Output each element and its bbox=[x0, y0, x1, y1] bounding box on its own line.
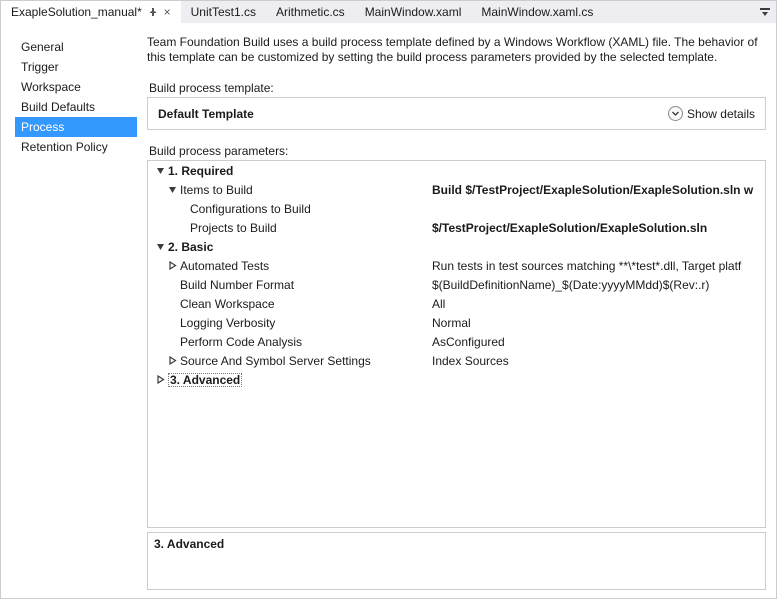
sidebar-item-label: Trigger bbox=[21, 60, 59, 74]
intro-text: Team Foundation Build uses a build proce… bbox=[147, 35, 766, 65]
param-row-source-symbol-settings[interactable]: Source And Symbol Server Settings Index … bbox=[148, 351, 765, 370]
property-grid[interactable]: 1. Required Items to Build Build $/TestP… bbox=[147, 160, 766, 528]
collapse-icon[interactable] bbox=[154, 241, 166, 253]
tab-unittest1[interactable]: UnitTest1.cs bbox=[181, 1, 266, 23]
sidebar-item-label: Build Defaults bbox=[21, 100, 95, 114]
param-value[interactable]: $(BuildDefinitionName)_$(Date:yyyyMMdd)$… bbox=[432, 278, 765, 292]
param-value[interactable]: Index Sources bbox=[432, 354, 765, 368]
pin-icon[interactable] bbox=[149, 8, 160, 18]
tab-exaplesolution-manual[interactable]: ExapleSolution_manual* × bbox=[1, 1, 181, 23]
category-row-required[interactable]: 1. Required bbox=[148, 161, 765, 180]
sidebar-item-label: Process bbox=[21, 120, 64, 134]
tab-label: MainWindow.xaml.cs bbox=[481, 5, 593, 19]
body: General Trigger Workspace Build Defaults… bbox=[1, 23, 776, 598]
sidebar-item-label: Workspace bbox=[21, 80, 81, 94]
param-value[interactable]: AsConfigured bbox=[432, 335, 765, 349]
template-box: Default Template Show details bbox=[147, 97, 766, 130]
tab-label: Arithmetic.cs bbox=[276, 5, 345, 19]
param-name: Projects to Build bbox=[190, 221, 277, 235]
sidebar-item-general[interactable]: General bbox=[15, 37, 137, 57]
param-row-configurations-to-build[interactable]: Configurations to Build bbox=[148, 199, 765, 218]
param-row-logging-verbosity[interactable]: Logging Verbosity Normal bbox=[148, 313, 765, 332]
param-value[interactable]: Run tests in test sources matching **\*t… bbox=[432, 259, 765, 273]
param-row-automated-tests[interactable]: Automated Tests Run tests in test source… bbox=[148, 256, 765, 275]
sidebar-item-build-defaults[interactable]: Build Defaults bbox=[15, 97, 137, 117]
param-value[interactable]: $/TestProject/ExapleSolution/ExapleSolut… bbox=[432, 221, 765, 235]
sidebar-item-workspace[interactable]: Workspace bbox=[15, 77, 137, 97]
param-row-items-to-build[interactable]: Items to Build Build $/TestProject/Exapl… bbox=[148, 180, 765, 199]
param-name: Build Number Format bbox=[180, 278, 294, 292]
show-details-toggle[interactable]: Show details bbox=[668, 106, 755, 121]
param-name: Clean Workspace bbox=[180, 297, 275, 311]
main-content: Team Foundation Build uses a build proce… bbox=[141, 23, 776, 598]
category-label: 3. Advanced bbox=[168, 373, 242, 387]
sidebar-item-trigger[interactable]: Trigger bbox=[15, 57, 137, 77]
expand-icon[interactable] bbox=[154, 374, 166, 386]
param-name: Source And Symbol Server Settings bbox=[180, 354, 371, 368]
sidebar-item-label: Retention Policy bbox=[21, 140, 108, 154]
param-name: Items to Build bbox=[180, 183, 253, 197]
category-row-basic[interactable]: 2. Basic bbox=[148, 237, 765, 256]
template-name: Default Template bbox=[158, 107, 254, 121]
sidebar-item-label: General bbox=[21, 40, 64, 54]
sidebar-item-retention-policy[interactable]: Retention Policy bbox=[15, 137, 137, 157]
param-name: Perform Code Analysis bbox=[180, 335, 302, 349]
param-value[interactable]: Build $/TestProject/ExapleSolution/Exapl… bbox=[432, 183, 765, 197]
parameters-section-label: Build process parameters: bbox=[149, 144, 764, 158]
parameters-section: Build process parameters: 1. Required bbox=[147, 140, 766, 590]
tab-label: MainWindow.xaml bbox=[365, 5, 462, 19]
category-label: 1. Required bbox=[168, 164, 233, 178]
category-row-advanced[interactable]: 3. Advanced bbox=[148, 370, 765, 389]
param-name: Automated Tests bbox=[180, 259, 269, 273]
tab-label: UnitTest1.cs bbox=[191, 5, 256, 19]
document-tabstrip: ExapleSolution_manual* × UnitTest1.cs Ar… bbox=[1, 1, 776, 23]
category-label: 2. Basic bbox=[168, 240, 213, 254]
tab-mainwindow-xaml[interactable]: MainWindow.xaml bbox=[355, 1, 472, 23]
param-row-projects-to-build[interactable]: Projects to Build $/TestProject/ExapleSo… bbox=[148, 218, 765, 237]
editor-pane: ExapleSolution_manual* × UnitTest1.cs Ar… bbox=[0, 0, 777, 599]
param-value[interactable]: Normal bbox=[432, 316, 765, 330]
description-title: 3. Advanced bbox=[154, 537, 759, 551]
collapse-icon[interactable] bbox=[166, 184, 178, 196]
collapse-icon[interactable] bbox=[154, 165, 166, 177]
param-value[interactable]: All bbox=[432, 297, 765, 311]
tab-arithmetic[interactable]: Arithmetic.cs bbox=[266, 1, 355, 23]
tab-overflow-button[interactable] bbox=[754, 5, 776, 19]
tab-label: ExapleSolution_manual* bbox=[11, 5, 142, 19]
show-details-label: Show details bbox=[687, 107, 755, 121]
param-row-build-number-format[interactable]: Build Number Format $(BuildDefinitionNam… bbox=[148, 275, 765, 294]
param-row-clean-workspace[interactable]: Clean Workspace All bbox=[148, 294, 765, 313]
close-icon[interactable]: × bbox=[164, 5, 171, 19]
description-panel: 3. Advanced bbox=[147, 532, 766, 590]
sidebar-item-process[interactable]: Process bbox=[15, 117, 137, 137]
tab-mainwindow-xaml-cs[interactable]: MainWindow.xaml.cs bbox=[471, 1, 603, 23]
chevron-down-icon bbox=[668, 106, 683, 121]
param-row-perform-code-analysis[interactable]: Perform Code Analysis AsConfigured bbox=[148, 332, 765, 351]
template-section-label: Build process template: bbox=[149, 81, 764, 95]
category-sidebar: General Trigger Workspace Build Defaults… bbox=[1, 23, 141, 598]
param-name: Configurations to Build bbox=[190, 202, 311, 216]
expand-icon[interactable] bbox=[166, 260, 178, 272]
param-name: Logging Verbosity bbox=[180, 316, 275, 330]
expand-icon[interactable] bbox=[166, 355, 178, 367]
